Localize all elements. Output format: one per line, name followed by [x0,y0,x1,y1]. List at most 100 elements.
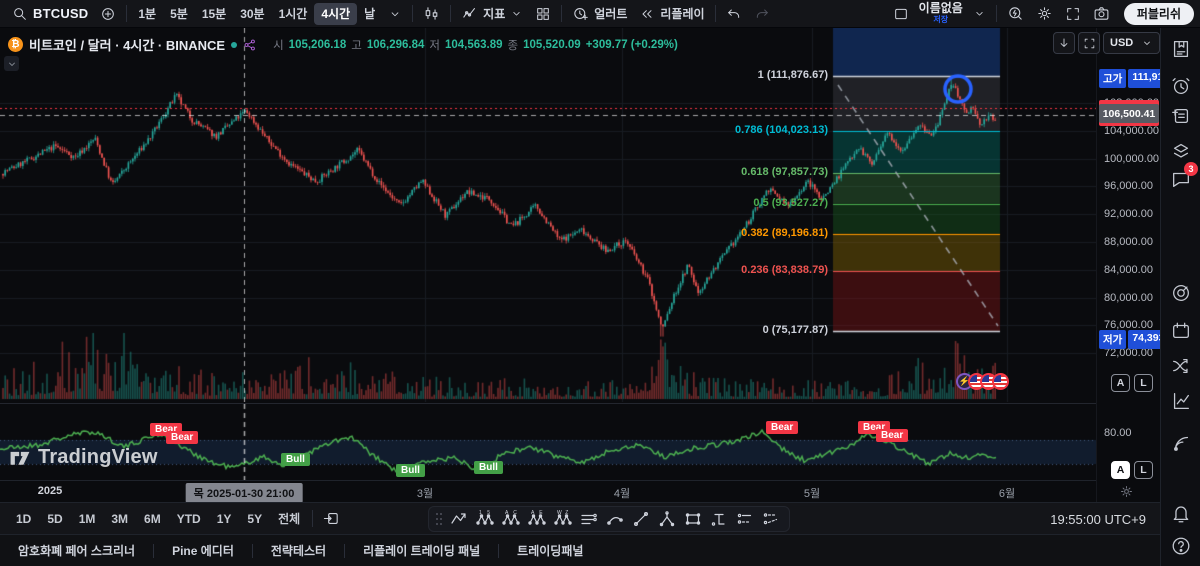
fullscreen-button[interactable] [1059,2,1087,26]
auto-scale-button[interactable]: A [1111,374,1130,392]
interval-button-5분[interactable]: 5분 [163,3,195,25]
pattern-wz-tool[interactable]: WZ [551,508,575,530]
rectangle-tool[interactable] [681,508,705,530]
interval-menu-button[interactable] [382,2,408,26]
currency-dropdown[interactable]: USD [1103,32,1160,54]
us-flag-event-icon[interactable] [992,373,1009,390]
search-icon [12,6,28,22]
publish-button[interactable]: 퍼블리쉬 [1124,3,1194,25]
symbol-legend[interactable]: ₿ 비트코인 / 달러 · 4시간 · BINANCE 시105,206.18 … [8,35,678,54]
replay-button[interactable]: 리플레이 [633,2,710,26]
forecast-icon[interactable] [1170,355,1192,377]
indicators-button[interactable]: 지표 [455,2,529,26]
interval-button-30분[interactable]: 30분 [233,3,271,25]
osc-auto-scale-button[interactable]: A [1111,461,1130,479]
range-button-전체[interactable]: 전체 [270,510,308,527]
range-button-5Y[interactable]: 5Y [239,512,270,526]
economic-events-markers[interactable]: ⚡ [956,373,1009,390]
bottom-tab-4[interactable]: 리플레이 트레이딩 패널 [359,542,484,559]
save-layout-button[interactable] [887,2,915,26]
pitchfork-tool[interactable] [655,508,679,530]
signpost-2-tool[interactable] [759,508,783,530]
alert-button[interactable]: 얼러트 [566,2,633,26]
range-button-3M[interactable]: 3M [103,512,136,526]
settings-button[interactable] [1030,2,1059,26]
help-icon[interactable] [1170,535,1192,557]
bottom-tab-2[interactable]: Pine 에디터 [168,542,238,559]
chat-icon[interactable]: 3 [1170,168,1192,190]
range-button-5D[interactable]: 5D [39,512,70,526]
zigzag-arrow-tool[interactable] [447,508,471,530]
layout-chevron-button[interactable] [967,2,992,26]
pattern-ae-tool[interactable]: AE [525,508,549,530]
alert-clock-icon[interactable] [1170,75,1192,97]
pattern-ac-tool[interactable]: AC [499,508,523,530]
drag-handle-icon[interactable] [435,512,443,526]
curve-tool[interactable] [603,508,627,530]
gauge-icon[interactable] [1170,282,1192,304]
axis-settings-gear-icon[interactable] [1119,484,1134,499]
divider [561,5,562,22]
price-tick: 92,000.00 [1097,208,1160,220]
divider [126,5,127,22]
price-pane-canvas[interactable] [0,28,1096,402]
price-axis[interactable]: 108,000.00104,000.00100,000.0096,000.009… [1096,28,1160,502]
redo-button[interactable] [748,2,776,26]
price-tick: 96,000.00 [1097,180,1160,192]
interval-button-1시간[interactable]: 1시간 [272,3,315,25]
broadcast-icon[interactable] [1170,432,1192,454]
log-scale-button[interactable]: L [1134,374,1153,392]
chart-style-button[interactable] [417,2,446,26]
layers-icon[interactable] [1170,140,1192,162]
quick-search-button[interactable] [1001,2,1030,26]
time-axis[interactable]: 2025 목 2025-01-30 21:00 3월4월5월6월 [0,480,1096,502]
undo-button[interactable] [720,2,748,26]
bottom-tab-5[interactable]: 트레이딩패널 [513,542,587,559]
chart-stats-icon[interactable] [1170,390,1192,412]
parallel-lines-tool[interactable] [577,508,601,530]
bottom-tab-1[interactable]: 암호화폐 페어 스크리너 [14,542,139,559]
crosshair-price-tag: 106,500.41 [1099,104,1159,123]
range-button-1D[interactable]: 1D [8,512,39,526]
layout-grid-button[interactable] [529,2,557,26]
expand-pane-button[interactable] [1078,32,1100,54]
scroll-down-button[interactable] [1053,32,1075,54]
notes-icon[interactable] [1170,105,1192,127]
interval-button-날[interactable]: 날 [357,3,382,25]
alert-clock-icon [572,5,589,22]
bottom-tab-3[interactable]: 전략테스터 [267,542,330,559]
range-button-6M[interactable]: 6M [136,512,169,526]
range-button-1Y[interactable]: 1Y [209,512,240,526]
anchored-text-tool[interactable] [707,508,731,530]
layout-name-menu[interactable]: 이름없음 저장 [915,3,967,25]
trend-line-tool[interactable] [629,508,653,530]
pane-collapse-button[interactable] [4,56,19,71]
low-tag-label: 저가 [1099,330,1126,349]
signal-label-bull: Bull [474,461,503,474]
fib-level-label: 1 (111,876.67) [758,69,828,81]
range-button-1M[interactable]: 1M [71,512,104,526]
month-label: 3월 [417,485,433,501]
month-label: 5월 [804,485,820,501]
boost-icon[interactable] [243,38,257,52]
main-scale-buttons: A L [1111,374,1153,392]
bell-icon[interactable] [1170,502,1192,524]
interval-button-4시간[interactable]: 4시간 [314,3,357,25]
interval-button-15분[interactable]: 15분 [195,3,233,25]
interval-button-1분[interactable]: 1분 [131,3,163,25]
clock-display[interactable]: 19:55:00 UTC+9 [1050,503,1146,535]
goto-date-button[interactable] [317,507,346,531]
oscillator-pane-canvas[interactable] [0,403,1096,481]
pattern-15-tool[interactable]: 15 [473,508,497,530]
symbol-name: BTCUSD [33,6,88,21]
osc-log-scale-button[interactable]: L [1134,461,1153,479]
watchlist-icon[interactable] [1170,38,1192,60]
compare-add-button[interactable] [94,2,122,26]
calendar-icon[interactable] [1170,320,1192,342]
bitcoin-icon: ₿ [8,37,23,52]
chart-area[interactable]: ₿ 비트코인 / 달러 · 4시간 · BINANCE 시105,206.18 … [0,28,1096,480]
symbol-search-button[interactable]: BTCUSD [6,2,94,26]
range-button-YTD[interactable]: YTD [169,512,209,526]
snapshot-button[interactable] [1087,2,1116,26]
signpost-1-tool[interactable] [733,508,757,530]
